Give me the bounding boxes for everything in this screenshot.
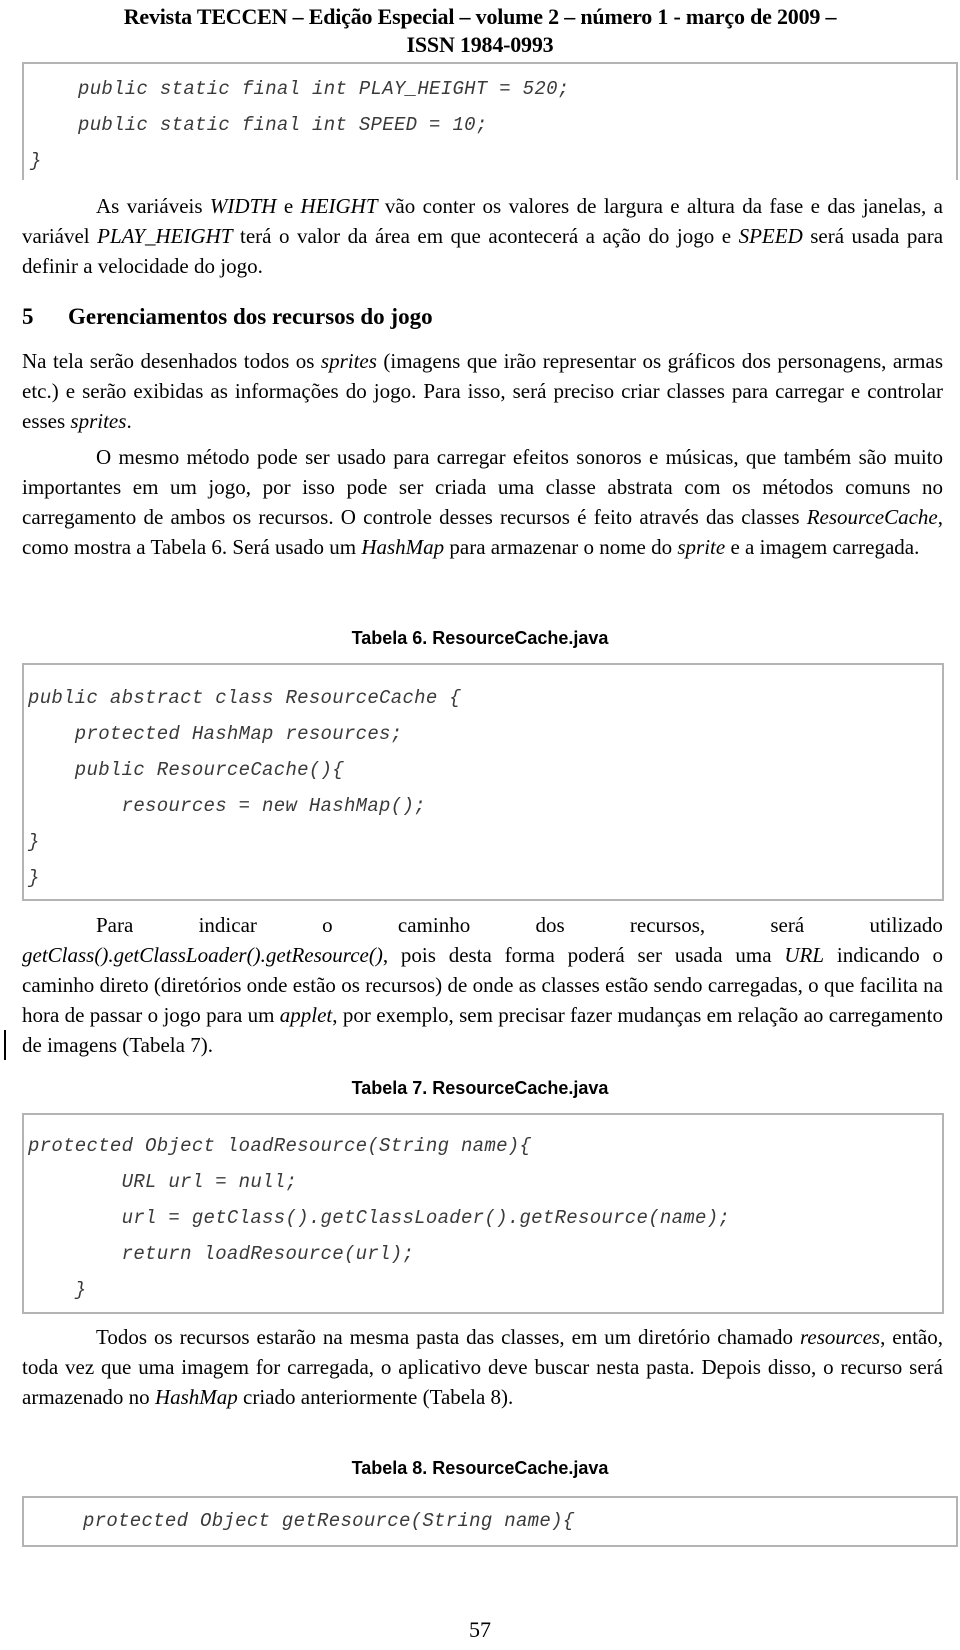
- code-line: public ResourceCache(){: [28, 759, 344, 781]
- italic-term: applet: [279, 1003, 333, 1027]
- italic-term: PLAY_HEIGHT: [97, 224, 233, 248]
- italic-term: HashMap: [361, 535, 445, 559]
- italic-term: getClass().getClassLoader().getResource(…: [22, 943, 383, 967]
- word: o: [322, 913, 333, 937]
- text-run: e: [276, 194, 301, 218]
- paragraph-sprites: Na tela serão desenhados todos os sprite…: [22, 346, 943, 436]
- text-run: terá o valor da área em que acontecerá a…: [232, 224, 739, 248]
- italic-term: HashMap: [154, 1385, 238, 1409]
- code-line: }: [30, 150, 42, 172]
- word: recursos,: [629, 913, 706, 937]
- code-line: public abstract class ResourceCache {: [28, 687, 461, 709]
- code-line: }: [28, 1279, 87, 1301]
- code-line: public static final int SPEED = 10;: [78, 114, 488, 136]
- text-run: , pois desta forma poderá ser usada uma: [382, 943, 785, 967]
- text-run: As variáveis: [96, 194, 210, 218]
- text-run: O mesmo método pode ser usado para carre…: [22, 445, 943, 529]
- table-8-code-block: protected Object getResource(String name…: [22, 1496, 958, 1547]
- code-line: url = getClass().getClassLoader().getRes…: [28, 1207, 731, 1229]
- italic-term: WIDTH: [209, 194, 277, 218]
- text-run: .: [126, 409, 132, 433]
- code-line: }: [28, 867, 40, 889]
- code-line: public static final int PLAY_HEIGHT = 52…: [78, 78, 570, 100]
- code-line: protected Object getResource(String name…: [83, 1510, 575, 1532]
- word: caminho: [397, 913, 471, 937]
- table-6-code-block: public abstract class ResourceCache { pr…: [22, 663, 944, 901]
- code-line: protected HashMap resources;: [28, 723, 403, 745]
- paragraph-4-first-line: Para indicar o caminho dos recursos, será utili…: [22, 910, 943, 940]
- word: dos: [535, 913, 565, 937]
- paragraph-resources-folder: Todos os recursos estarão na mesma pasta…: [22, 1322, 943, 1412]
- paragraph-get-resource: getClass().getClassLoader().getResource(…: [22, 940, 943, 1060]
- text-run: e a imagem carregada.: [725, 535, 920, 559]
- code-line: return loadResource(url);: [28, 1243, 415, 1265]
- table-7-code-block: protected Object loadResource(String nam…: [22, 1113, 944, 1314]
- code-block-continued: public static final int PLAY_HEIGHT = 52…: [22, 62, 958, 180]
- word: Para: [96, 913, 134, 937]
- code-line: resources = new HashMap();: [28, 795, 426, 817]
- word: será: [770, 913, 805, 937]
- paragraph-variables: As variáveis WIDTH e HEIGHT vão conter o…: [22, 191, 943, 281]
- italic-term: sprite: [677, 535, 726, 559]
- code-line: URL url = null;: [28, 1171, 298, 1193]
- italic-term: sprites: [70, 409, 127, 433]
- word: utilizado: [869, 913, 943, 937]
- section-number: 5: [22, 304, 34, 329]
- text-run: Todos os recursos estarão na mesma pasta…: [96, 1325, 800, 1349]
- word: indicar: [198, 913, 257, 937]
- code-line: protected Object loadResource(String nam…: [28, 1135, 532, 1157]
- section-title: Gerenciamentos dos recursos do jogo: [68, 304, 433, 329]
- journal-header-line-1: Revista TECCEN – Edição Especial – volum…: [123, 4, 837, 29]
- italic-term: URL: [784, 943, 825, 967]
- italic-term: sprites: [320, 349, 377, 373]
- text-run: para armazenar o nome do: [444, 535, 678, 559]
- italic-term: HEIGHT: [300, 194, 378, 218]
- text-run: criado anteriormente (Tabela 8).: [237, 1385, 514, 1409]
- paragraph-resource-cache: O mesmo método pode ser usado para carre…: [22, 442, 943, 562]
- text-run: Na tela serão desenhados todos os: [22, 349, 321, 373]
- italic-term: SPEED: [738, 224, 803, 248]
- table-6-caption: Tabela 6. ResourceCache.java: [351, 628, 609, 648]
- change-bar: [4, 1030, 6, 1060]
- code-line: }: [28, 831, 40, 853]
- section-heading: 5 Gerenciamentos dos recursos do jogo: [22, 302, 433, 332]
- italic-term: resources: [799, 1325, 881, 1349]
- page-number: 57: [469, 1617, 491, 1642]
- table-8-caption: Tabela 8. ResourceCache.java: [351, 1458, 609, 1478]
- journal-header-issn: ISSN 1984-0993: [406, 32, 554, 57]
- italic-term: ResourceCache: [806, 505, 938, 529]
- table-7-caption: Tabela 7. ResourceCache.java: [351, 1078, 609, 1098]
